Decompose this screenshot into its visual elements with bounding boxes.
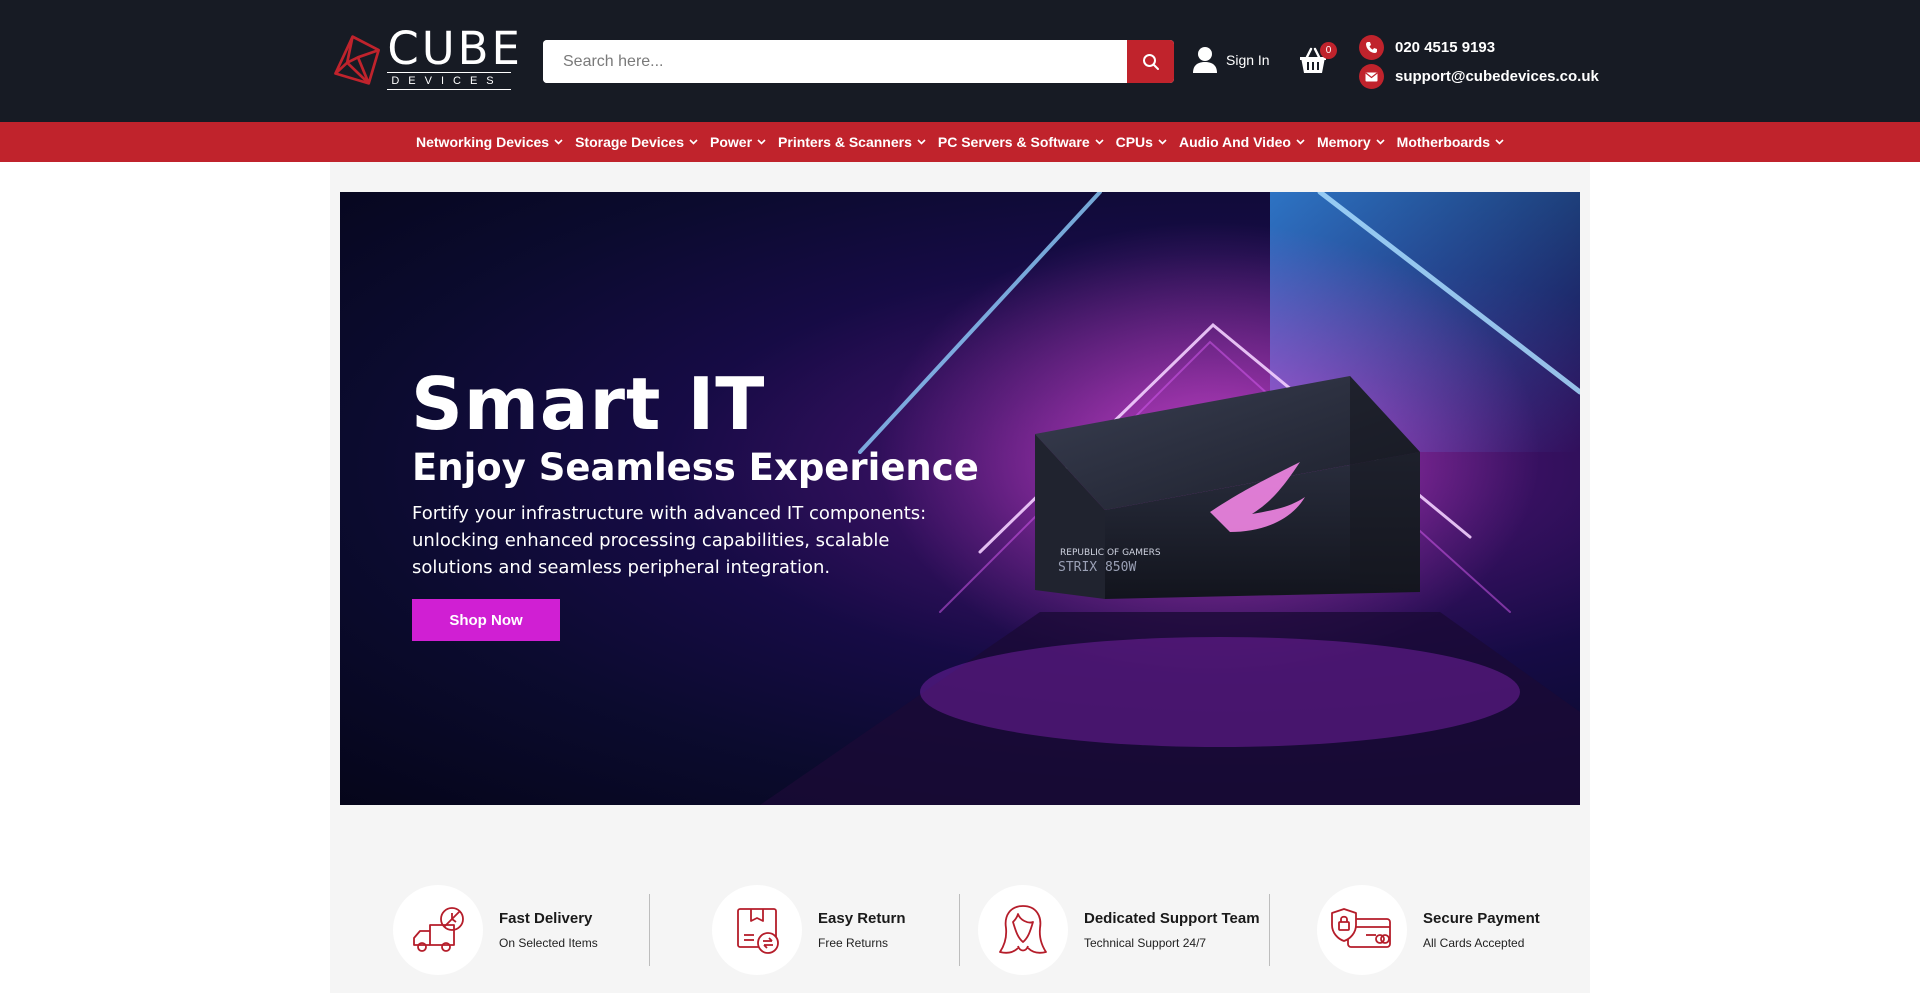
feature-divider — [959, 894, 960, 966]
phone-number: 020 4515 9193 — [1395, 39, 1496, 56]
chevron-down-icon — [1495, 139, 1504, 145]
chevron-down-icon — [1158, 139, 1167, 145]
email-contact[interactable]: support@cubedevices.co.uk — [1359, 62, 1599, 91]
nav-item-label: PC Servers & Software — [937, 134, 1090, 150]
phone-contact[interactable]: 020 4515 9193 — [1359, 33, 1599, 62]
feature-secure-payment: Secure Payment All Cards Accepted — [1317, 885, 1540, 975]
site-logo[interactable]: CUBE DEVICES — [331, 22, 523, 90]
sign-in-label: Sign In — [1226, 52, 1270, 68]
search-input[interactable] — [543, 40, 1127, 83]
nav-item-label: Storage Devices — [575, 134, 685, 150]
feature-title: Secure Payment — [1423, 910, 1540, 927]
feature-subtitle: On Selected Items — [499, 936, 598, 950]
site-header: CUBE DEVICES Sign In 0 — [0, 0, 1920, 122]
return-box-icon — [737, 908, 779, 954]
chevron-down-icon — [1296, 139, 1305, 145]
hero-title: Smart IT — [411, 362, 766, 446]
nav-item-motherboards[interactable]: Motherboards — [1397, 134, 1504, 150]
chevron-down-icon — [554, 139, 563, 145]
nav-item-label: Networking Devices — [416, 134, 550, 150]
chevron-down-icon — [1095, 139, 1104, 145]
feature-dedicated-support: Dedicated Support Team Technical Support… — [978, 885, 1260, 975]
contact-info: 020 4515 9193 support@cubedevices.co.uk — [1359, 33, 1599, 91]
envelope-icon — [1359, 64, 1384, 89]
sign-in-link[interactable]: Sign In — [1192, 46, 1270, 74]
nav-item-memory[interactable]: Memory — [1317, 134, 1385, 150]
nav-item-power[interactable]: Power — [710, 134, 766, 150]
nav-item-label: Memory — [1316, 134, 1371, 150]
nav-item-cpus[interactable]: CPUs — [1116, 134, 1167, 150]
feature-title: Fast Delivery — [499, 910, 593, 927]
feature-icon-circle — [1317, 885, 1407, 975]
feature-icon-circle — [393, 885, 483, 975]
support-agent-icon — [999, 905, 1047, 954]
hero-description: Fortify your infrastructure with advance… — [412, 503, 927, 578]
feature-easy-return: Easy Return Free Returns — [712, 885, 906, 975]
nav-item-networking-devices[interactable]: Networking Devices — [416, 134, 563, 150]
nav-item-label: Motherboards — [1396, 134, 1490, 150]
feature-fast-delivery: Fast Delivery On Selected Items — [393, 885, 598, 975]
nav-item-storage-devices[interactable]: Storage Devices — [575, 134, 698, 150]
feature-subtitle: Technical Support 24/7 — [1084, 936, 1207, 950]
cart-count-badge: 0 — [1320, 42, 1337, 59]
user-icon — [1193, 47, 1217, 73]
nav-item-audio-and-video[interactable]: Audio And Video — [1179, 134, 1305, 150]
psu-model-text: STRIX 850W — [1058, 560, 1136, 575]
feature-icon-circle — [978, 885, 1068, 975]
feature-icon-circle — [712, 885, 802, 975]
hero-background-image: REPUBLIC OF GAMERS STRIX 850W — [760, 192, 1580, 805]
nav-item-pc-servers-software[interactable]: PC Servers & Software — [938, 134, 1104, 150]
chevron-down-icon — [689, 139, 698, 145]
chevron-down-icon — [757, 139, 766, 145]
main-nav: Networking Devices Storage Devices Power… — [0, 122, 1920, 162]
email-address: support@cubedevices.co.uk — [1395, 68, 1599, 85]
shop-now-button[interactable]: Shop Now — [412, 599, 560, 641]
delivery-truck-icon — [413, 907, 464, 952]
features-strip: Fast Delivery On Selected Items Easy Ret… — [330, 880, 1590, 980]
hero-banner: REPUBLIC OF GAMERS STRIX 850W Smart IT E… — [340, 192, 1580, 805]
search-bar — [543, 40, 1174, 83]
psu-brand-text: REPUBLIC OF GAMERS — [1060, 548, 1161, 558]
phone-icon — [1359, 35, 1384, 60]
feature-divider — [1269, 894, 1270, 966]
logo-wordmark: CUBE — [387, 22, 523, 75]
chevron-down-icon — [1376, 139, 1385, 145]
secure-card-icon — [1331, 908, 1391, 948]
search-button[interactable] — [1127, 40, 1174, 83]
nav-item-label: CPUs — [1115, 134, 1153, 150]
nav-item-label: Audio And Video — [1178, 134, 1291, 150]
feature-divider — [649, 894, 650, 966]
cart-button[interactable]: 0 — [1298, 42, 1337, 78]
search-icon — [1142, 53, 1159, 70]
nav-item-label: Printers & Scanners — [778, 134, 912, 150]
nav-item-printers-scanners[interactable]: Printers & Scanners — [778, 134, 926, 150]
nav-item-label: Power — [710, 134, 753, 150]
feature-subtitle: All Cards Accepted — [1423, 936, 1525, 950]
feature-title: Dedicated Support Team — [1084, 910, 1260, 927]
chevron-down-icon — [917, 139, 926, 145]
feature-subtitle: Free Returns — [818, 936, 889, 950]
logo-tagline: DEVICES — [387, 72, 512, 90]
feature-title: Easy Return — [818, 910, 906, 927]
cube-logo-icon — [334, 35, 380, 85]
hero-subtitle: Enjoy Seamless Experience — [412, 446, 979, 489]
